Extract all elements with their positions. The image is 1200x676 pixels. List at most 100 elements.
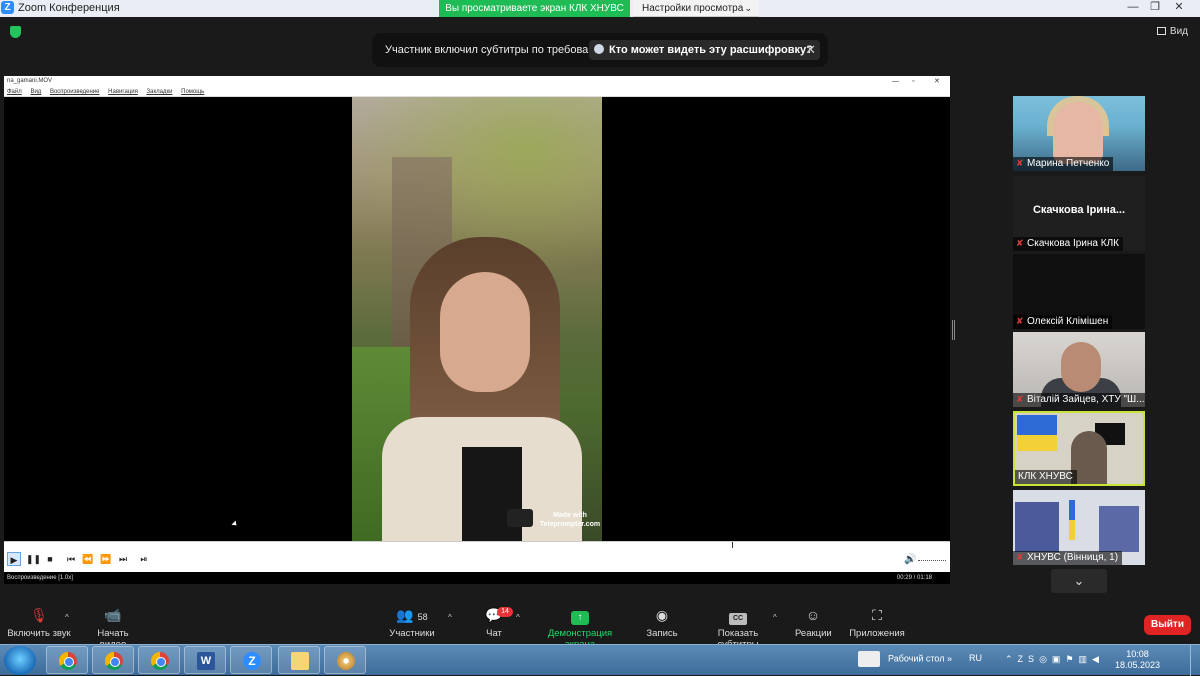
seek-bar[interactable] — [4, 541, 950, 548]
close-window-button[interactable]: ✕ — [1168, 0, 1190, 17]
restore-button[interactable]: ❐ — [1144, 0, 1166, 17]
captions-options-caret[interactable]: ^ — [773, 613, 777, 622]
muted-mic-icon: ✘ — [1016, 158, 1024, 168]
video-display-area[interactable]: Made with Teleprompter.com — [4, 97, 950, 541]
participant-name: ХНУВС (Вінниця, 1) — [1027, 552, 1119, 563]
record-label: Запись — [646, 628, 678, 639]
view-button[interactable]: Вид — [1156, 26, 1188, 37]
view-button-label: Вид — [1169, 26, 1188, 37]
sharing-banner: Вы просматриваете экран КЛК ХНУВС — [439, 0, 630, 17]
zoom-logo-icon: Z — [1, 1, 14, 14]
stop-button[interactable]: ■ — [43, 552, 57, 566]
play-button[interactable]: ▶ — [7, 552, 21, 566]
record-button[interactable]: ◉ Запись — [645, 605, 679, 639]
participant-tile[interactable]: ✘ Віталій Зайцев, ХТУ "Ш... — [1013, 332, 1145, 407]
participants-options-caret[interactable]: ^ — [448, 613, 452, 622]
participant-avatar-text: Скачкова Ірина... — [1032, 204, 1126, 216]
taskbar-app-chrome[interactable] — [46, 646, 88, 674]
participants-icon: 👥 58 — [396, 607, 428, 623]
minimize-button[interactable]: — — [1122, 0, 1144, 17]
participant-tile[interactable]: ✘ Олексій Клімішен — [1013, 254, 1145, 329]
folder-icon — [291, 652, 309, 670]
chat-options-caret[interactable]: ^ — [516, 613, 520, 622]
menu-view[interactable]: Вид — [30, 89, 41, 95]
encryption-shield-icon[interactable] — [10, 26, 21, 38]
volume-slider[interactable] — [918, 560, 946, 561]
participant-tile-active-speaker[interactable]: КЛК ХНУВС — [1013, 411, 1145, 486]
participant-tile[interactable]: Скачкова Ірина... ✘ Скачкова Ірина КЛК — [1013, 176, 1145, 251]
menu-bookmarks[interactable]: Закладки — [146, 89, 172, 95]
start-button-windows-icon[interactable] — [4, 646, 36, 675]
volume-icon[interactable]: 🔊 — [904, 554, 916, 565]
skype-icon[interactable]: S — [1028, 654, 1039, 664]
participants-button[interactable]: 👥 58 Участники ^ — [388, 605, 451, 639]
muted-mic-icon: ✘ — [1016, 552, 1024, 562]
participant-tile[interactable]: ✘ Марина Петченко — [1013, 96, 1145, 171]
audio-options-caret[interactable]: ^ — [65, 613, 69, 622]
participant-name-tag: ✘ Віталій Зайцев, ХТУ "Ш... — [1013, 393, 1145, 407]
sync-icon[interactable]: ◎ — [1039, 654, 1052, 664]
participant-name: Скачкова Ірина КЛК — [1027, 238, 1119, 249]
network-icon[interactable]: ▥ — [1079, 654, 1093, 664]
leave-meeting-button[interactable]: Выйти — [1144, 615, 1191, 635]
taskbar-app-zoom[interactable]: Z — [230, 646, 272, 674]
taskbar-app-chrome[interactable] — [138, 646, 180, 674]
taskbar-app-chrome[interactable] — [92, 646, 134, 674]
clock[interactable]: 10:08 18.05.2023 — [1115, 649, 1160, 671]
pause-button[interactable]: ❚❚ — [26, 552, 41, 566]
frame-step-button[interactable]: ⏯ — [137, 552, 151, 566]
player-minimize-button[interactable]: — — [892, 76, 899, 87]
participant-name: Віталій Зайцев, ХТУ "Ш... — [1027, 394, 1145, 405]
volume-icon[interactable]: ◀ — [1092, 654, 1104, 664]
reactions-icon: ☺ — [805, 607, 821, 623]
language-indicator[interactable]: RU — [969, 653, 982, 663]
reactions-label: Реакции — [795, 628, 832, 639]
participant-name: Марина Петченко — [1027, 158, 1110, 169]
caption-notice-bar: Участник включил субтитры по требованию … — [372, 33, 828, 67]
grid-icon — [1156, 27, 1166, 35]
menu-file[interactable]: Файл — [7, 89, 22, 95]
participant-video-face — [1061, 342, 1101, 392]
previous-button[interactable]: ⏮ — [64, 552, 78, 566]
zoom-tray-icon[interactable]: Z — [1018, 654, 1029, 664]
camera-icon[interactable]: ▣ — [1052, 654, 1066, 664]
participant-tile[interactable]: ✘ ХНУВС (Вінниця, 1) — [1013, 490, 1145, 565]
rewind-button[interactable]: ⏪ — [81, 552, 95, 566]
taskbar-app-file-explorer[interactable] — [278, 646, 320, 674]
participant-name-tag: ✘ Олексій Клімішен — [1013, 315, 1113, 329]
system-tray-icons[interactable]: ⌃ZS◎▣⚑▥◀ — [1005, 654, 1104, 665]
menu-help[interactable]: Помощь — [181, 89, 204, 95]
who-can-see-transcript-button[interactable]: Кто может видеть эту расшифровку? — [589, 40, 820, 60]
scroll-participants-down-button[interactable]: ⌄ — [1051, 569, 1107, 593]
unmute-button[interactable]: 🎙 Включить звук ^ — [7, 605, 71, 639]
panel-resize-handle[interactable] — [952, 320, 955, 340]
flag-icon[interactable]: ⚑ — [1065, 654, 1078, 664]
caption-notice-text: Участник включил субтитры по требованию — [385, 44, 609, 56]
view-options-button[interactable]: Настройки просмотра ⌄ — [633, 0, 759, 17]
video-watermark: Made with Teleprompter.com — [539, 512, 601, 528]
record-icon: ◉ — [655, 607, 669, 623]
participant-name: КЛК ХНУВС — [1018, 471, 1073, 482]
player-status-text: Воспроизведение [1.0x] — [7, 575, 73, 581]
player-status-bar: Воспроизведение [1.0x] 00:29 / 01:18 — [4, 572, 950, 584]
reactions-button[interactable]: ☺ Реакции — [795, 605, 832, 639]
close-notice-button[interactable]: ✕ — [805, 42, 816, 58]
taskbar-app-word[interactable]: W — [184, 646, 226, 674]
apps-label: Приложения — [849, 628, 905, 639]
menu-playback[interactable]: Воспроизведение — [50, 89, 100, 95]
show-desktop-button[interactable] — [1190, 645, 1200, 676]
menu-navigation[interactable]: Навигация — [108, 89, 138, 95]
share-screen-icon: ↑ — [532, 605, 628, 625]
player-close-button[interactable]: ✕ — [934, 76, 940, 87]
microphone-icon — [507, 509, 533, 527]
participant-name: Олексій Клімішен — [1027, 316, 1109, 327]
apps-button[interactable]: ⛶ Приложения — [849, 605, 905, 639]
taskbar-app-paint[interactable] — [324, 646, 366, 674]
next-button[interactable]: ⏭ — [116, 552, 130, 566]
player-maximize-button[interactable]: ▫ — [912, 76, 914, 87]
desktop-toolbar[interactable]: Рабочий стол » — [858, 651, 952, 667]
fast-forward-button[interactable]: ⏩ — [99, 552, 113, 566]
tray-up-arrow-icon[interactable]: ⌃ — [1005, 654, 1018, 664]
double-chevron-icon: » — [947, 653, 953, 664]
player-file-title: na_gamani.MOV — [7, 78, 53, 84]
